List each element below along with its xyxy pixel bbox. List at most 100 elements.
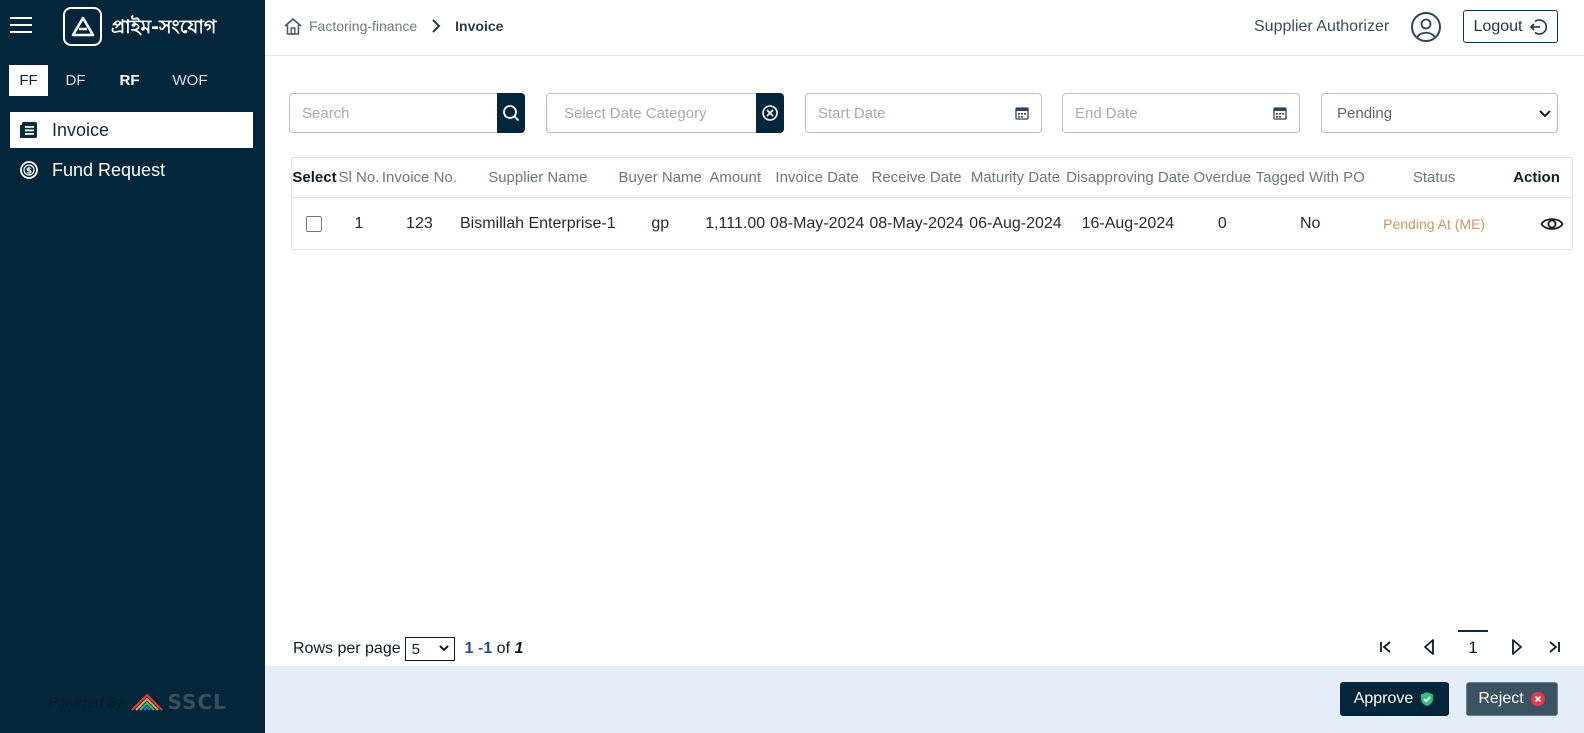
invoice-no-cell: 123 [406, 214, 433, 232]
sidebar-item-invoice[interactable]: Invoice [10, 112, 253, 148]
tab-wof[interactable]: WOF [156, 65, 224, 96]
invoice-table: Select Sl No. Invoice No. Supplier Name … [291, 157, 1573, 250]
menu-icon[interactable] [10, 17, 32, 35]
chevron-down-icon [438, 645, 449, 652]
end-date-input[interactable] [1063, 94, 1263, 132]
dollar-circle-icon: $ [18, 159, 40, 181]
receive-date-cell: 08-May-2024 [869, 214, 964, 232]
approve-button[interactable]: Approve [1340, 682, 1449, 716]
select-cell [292, 215, 337, 232]
product-tabs: FF DF RF WOF [9, 65, 224, 96]
triangle-right-icon [1512, 639, 1522, 655]
action-cell [1501, 215, 1572, 233]
breadcrumb-current: Invoice [455, 18, 504, 34]
start-date-box [805, 93, 1042, 133]
table-row: 1 123 Bismillah Enterprise-1 gp 1,111.00… [292, 198, 1572, 249]
table-header: Select Sl No. Invoice No. Supplier Name … [292, 158, 1572, 198]
status-badge: Pending At (ME) [1383, 215, 1486, 232]
page-number-current[interactable]: 1 [1458, 630, 1488, 664]
overdue-cell: 0 [1217, 214, 1227, 232]
calendar-icon[interactable] [1273, 106, 1287, 120]
chevron-right-icon [431, 19, 441, 33]
col-action: Action [1513, 169, 1560, 186]
sscl-logo-icon [131, 693, 164, 711]
col-receive-date: Receive Date [871, 169, 962, 186]
rows-per-page-label: Rows per page [293, 640, 401, 657]
brand-name: প্রাইম-সংযোগ [111, 16, 217, 38]
col-buyer-name: Buyer Name [618, 169, 702, 186]
status-filter: Pending [1321, 93, 1558, 133]
rows-per-page-select[interactable]: 5 [404, 637, 455, 661]
logout-button[interactable]: Logout [1463, 10, 1558, 43]
reject-button[interactable]: Reject [1466, 682, 1558, 716]
home-icon[interactable] [283, 16, 303, 36]
supplier-name-cell: Bismillah Enterprise-1 [460, 214, 616, 232]
status-select-value[interactable]: Pending [1337, 105, 1392, 122]
sidebar-item-label: Fund Request [52, 159, 166, 180]
tab-rf[interactable]: RF [103, 65, 156, 96]
tab-ff[interactable]: FF [9, 65, 48, 96]
row-checkbox[interactable] [306, 215, 323, 232]
col-amount: Amount [709, 169, 762, 186]
close-circle-icon [1530, 692, 1545, 706]
range-of: of [492, 640, 515, 657]
calendar-icon[interactable] [1015, 106, 1029, 120]
reject-label: Reject [1478, 690, 1524, 707]
logout-icon [1530, 18, 1548, 35]
end-date-box [1062, 93, 1300, 133]
buyer-name-cell: gp [651, 214, 670, 232]
tagged-po-cell: No [1299, 214, 1321, 232]
powered-by-text: Powered By [48, 694, 124, 710]
col-supplier-name: Supplier Name [488, 169, 588, 186]
invoice-list-icon [18, 119, 40, 141]
user-role: Supplier Authorizer [1254, 18, 1390, 35]
col-tagged-with-po: Tagged With PO [1255, 169, 1365, 186]
col-select: Select [292, 169, 337, 186]
sidebar-item-fund-request[interactable]: $ Fund Request [10, 152, 253, 188]
clear-date-category-button[interactable] [756, 93, 784, 133]
col-invoice-no: Invoice No. [381, 169, 457, 186]
svg-text:$: $ [26, 167, 32, 177]
user-avatar-icon[interactable] [1411, 12, 1441, 42]
col-status: Status [1412, 169, 1456, 186]
last-page-icon [1549, 641, 1560, 653]
top-header: Factoring-finance Invoice Supplier Autho… [265, 0, 1584, 56]
close-circle-icon [762, 105, 778, 121]
powered-by: Powered By SSCL [48, 690, 227, 714]
brand-logo-icon [63, 7, 102, 46]
sl-no-cell: 1 [354, 214, 364, 232]
eye-icon[interactable] [1540, 215, 1564, 233]
chevron-down-icon[interactable] [1539, 109, 1551, 119]
search-button[interactable] [497, 93, 525, 133]
next-page-button[interactable] [1508, 630, 1526, 664]
col-invoice-date: Invoice Date [775, 169, 859, 186]
amount-cell: 1,111.00 [705, 214, 766, 232]
breadcrumb-parent[interactable]: Factoring-finance [309, 18, 417, 34]
approve-label: Approve [1353, 690, 1414, 707]
tab-df[interactable]: DF [48, 65, 103, 96]
rows-per-page-value: 5 [411, 640, 420, 658]
col-overdue: Overdue [1193, 169, 1252, 186]
triangle-left-icon [1424, 639, 1434, 655]
rows-per-page: Rows per page 5 1 -1 of 1 [293, 637, 523, 661]
start-date-input[interactable] [806, 94, 1006, 132]
col-disapproving-date: Disapproving Date [1066, 169, 1190, 186]
first-page-button[interactable] [1377, 630, 1395, 664]
sscl-brand: SSCL [167, 690, 227, 714]
disapproving-date-cell: 16-Aug-2024 [1081, 214, 1175, 232]
logout-label: Logout [1473, 17, 1523, 35]
search-box [289, 93, 525, 133]
prev-page-button[interactable] [1420, 630, 1438, 664]
range-total: 1 [514, 640, 524, 657]
date-category-box [546, 93, 784, 133]
date-category-input[interactable] [547, 94, 752, 132]
range-sep: - [473, 640, 484, 657]
last-page-button[interactable] [1545, 630, 1563, 664]
invoice-date-cell: 08-May-2024 [769, 214, 865, 232]
search-input[interactable] [290, 94, 495, 132]
sidebar: প্রাইম-সংযোগ FF DF RF WOF Invoice $ Fund… [0, 0, 265, 733]
range-end: 1 [483, 640, 493, 657]
breadcrumb: Factoring-finance Invoice [283, 16, 503, 36]
range-start: 1 [464, 640, 474, 657]
search-icon [503, 105, 520, 122]
